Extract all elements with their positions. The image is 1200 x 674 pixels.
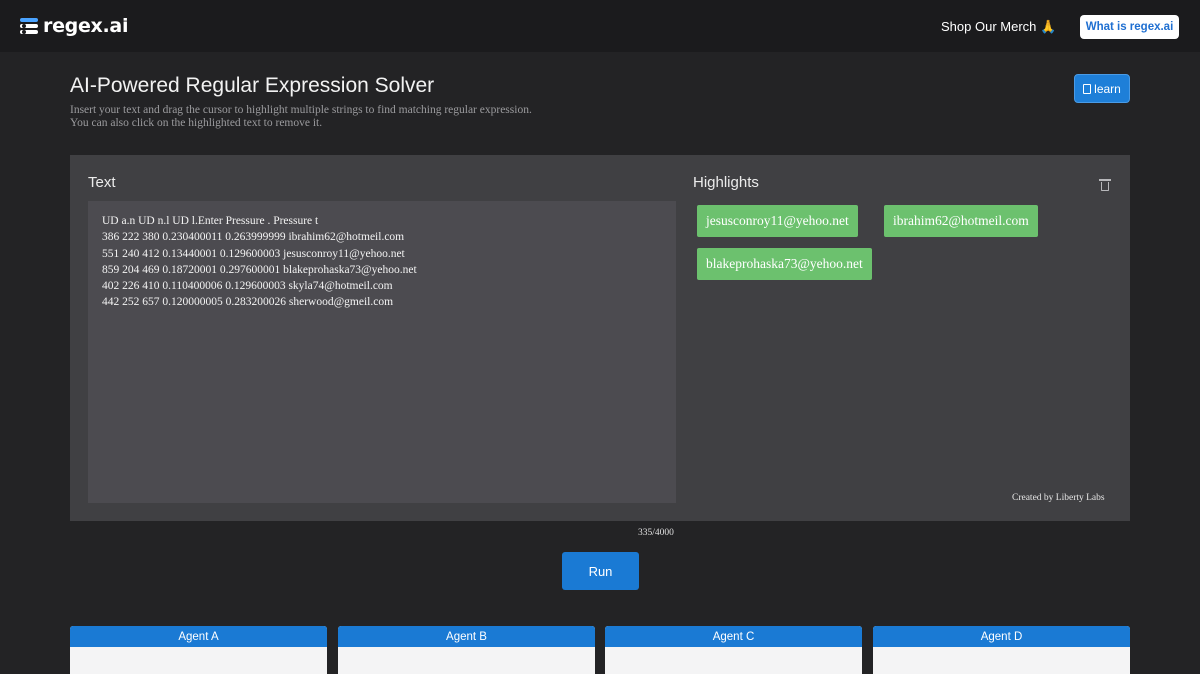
solver-panel: Text UD a.n UD n.l UD l.Enter Pressure .… [70,155,1130,538]
agent-title: Agent C [605,626,862,647]
highlight-chip[interactable]: jesusconroy11@yehoo.net [697,205,858,237]
page-title: AI-Powered Regular Expression Solver [70,74,435,97]
text-line[interactable]: 386 222 380 0.230400011 0.263999999 ibra… [102,229,662,245]
agent-title: Agent A [70,626,327,647]
character-counter: 335/4000 [638,528,674,538]
credit-text: Created by Liberty Labs [1012,493,1105,503]
agent-card-c[interactable]: Agent C [605,626,862,674]
agent-title: Agent B [338,626,595,647]
highlight-chip[interactable]: ibrahim62@hotmeil.com [884,205,1038,237]
highlight-chip[interactable]: blakeprohaska73@yehoo.net [697,248,872,280]
text-line[interactable]: 402 226 410 0.110400006 0.129600003 skyl… [102,278,662,294]
text-input-area[interactable]: UD a.n UD n.l UD l.Enter Pressure . Pres… [88,201,676,538]
text-line[interactable]: UD a.n UD n.l UD l.Enter Pressure . Pres… [102,213,662,229]
trash-icon[interactable] [1099,179,1111,191]
top-navbar: regex.ai Shop Our Merch 🙏 What is regex.… [0,0,1200,52]
regex-logo[interactable]: regex.ai [20,14,128,38]
brand-name: regex.ai [43,15,129,37]
highlights-label: Highlights [693,174,759,191]
regex-logo-icon [20,17,38,35]
book-icon [1083,83,1092,94]
text-line[interactable]: 442 252 657 0.120000005 0.283200026 sher… [102,294,662,310]
learn-label: learn [1094,81,1121,96]
shop-merch-link[interactable]: Shop Our Merch 🙏 [941,19,1056,35]
agent-card-b[interactable]: Agent B [338,626,595,674]
what-is-regex-button[interactable]: What is regex.ai [1080,15,1179,39]
text-line[interactable]: 859 204 469 0.18720001 0.297600001 blake… [102,262,662,278]
subtitle-line-2: You can also click on the highlighted te… [70,117,323,129]
run-button[interactable]: Run [562,552,639,590]
text-label: Text [88,174,116,191]
agent-card-a[interactable]: Agent A [70,626,327,674]
learn-button[interactable]: learn [1074,74,1130,103]
page-subtitle: Insert your text and drag the cursor to … [70,104,630,130]
agent-title: Agent D [873,626,1130,647]
agent-card-d[interactable]: Agent D [873,626,1130,674]
text-line[interactable]: 551 240 412 0.13440001 0.129600003 jesus… [102,246,662,262]
subtitle-line-1: Insert your text and drag the cursor to … [70,104,532,116]
